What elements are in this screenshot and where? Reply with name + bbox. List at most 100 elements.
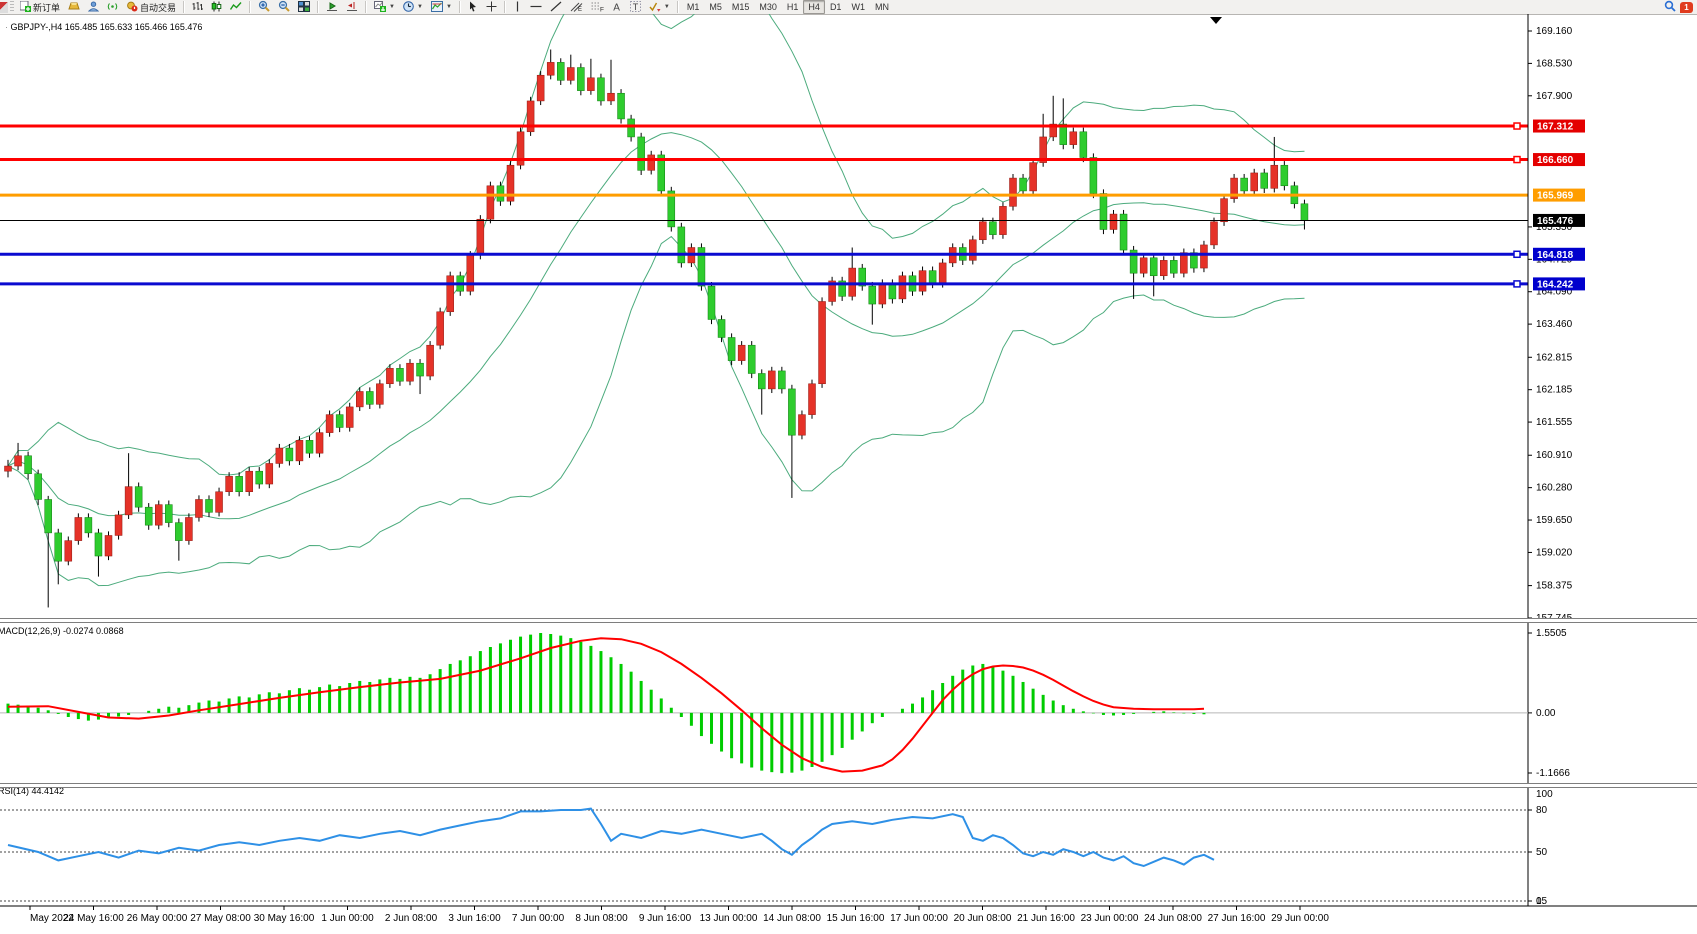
macd-signal-line (8, 638, 1204, 771)
timeframe-button-w1[interactable]: W1 (846, 0, 870, 14)
svg-text:159.020: 159.020 (1536, 547, 1573, 558)
trade-toolbar-group: 新订单 自动交易 (16, 0, 180, 14)
line-chart-icon (230, 1, 242, 14)
svg-text:169.160: 169.160 (1536, 26, 1573, 37)
templates-button[interactable]: ▼ (427, 0, 456, 15)
timeframe-group: M1M5M15M30H1H4D1W1MN (682, 0, 894, 14)
signal-icon (107, 1, 118, 14)
svg-text:161.555: 161.555 (1536, 417, 1573, 428)
profile-button[interactable] (84, 0, 103, 15)
zoom-out-icon (278, 0, 290, 14)
svg-text:-1.1666: -1.1666 (1536, 768, 1570, 779)
hline-handle[interactable] (1514, 157, 1520, 163)
line-chart-button[interactable] (226, 0, 246, 15)
timeframe-button-m5[interactable]: M5 (704, 0, 727, 14)
timeframe-button-mn[interactable]: MN (870, 0, 894, 14)
indicators-button[interactable]: ▼ (370, 0, 399, 15)
candles-icon (211, 1, 222, 14)
price-lines[interactable] (0, 123, 1528, 287)
chart-shift-marker-icon[interactable] (1210, 17, 1222, 24)
toolbar-separator (677, 1, 679, 13)
chart-type-group (188, 0, 246, 14)
arrows-button[interactable]: ▼ (645, 0, 674, 15)
zoom-in-icon (258, 0, 270, 14)
svg-text:163.460: 163.460 (1536, 319, 1573, 330)
hline-button[interactable] (526, 0, 546, 15)
macd-pane-separator[interactable] (0, 618, 1697, 623)
svg-text:166.660: 166.660 (1537, 155, 1574, 166)
svg-text:14 Jun 08:00: 14 Jun 08:00 (763, 913, 821, 924)
chart-svg: 169.160168.530167.900165.350164.720164.0… (0, 14, 1697, 934)
svg-text:29 Jun 00:00: 29 Jun 00:00 (1271, 913, 1329, 924)
autotrading-icon (126, 1, 138, 14)
svg-text:160.910: 160.910 (1536, 450, 1573, 461)
svg-text:7 Jun 00:00: 7 Jun 00:00 (512, 913, 565, 924)
crosshair-button[interactable] (482, 0, 501, 15)
timeframe-button-h1[interactable]: H1 (782, 0, 804, 14)
svg-text:164.818: 164.818 (1537, 250, 1574, 261)
timeframe-button-m15[interactable]: M15 (727, 0, 755, 14)
channel-button[interactable]: E (566, 0, 587, 15)
tile-windows-button[interactable] (294, 0, 314, 15)
candlestick-button[interactable] (207, 0, 226, 15)
chart-shift-button[interactable] (342, 0, 362, 15)
hline-handle[interactable] (1514, 123, 1520, 129)
cursor-button[interactable] (464, 0, 482, 15)
svg-text:9 Jun 16:00: 9 Jun 16:00 (639, 913, 692, 924)
draw-tools-group: EFAT ▼ (509, 0, 674, 14)
svg-text:27 Jun 16:00: 27 Jun 16:00 (1208, 913, 1266, 924)
zoom-out-button[interactable] (274, 0, 294, 15)
person-icon (88, 1, 99, 14)
auto-scroll-button[interactable] (322, 0, 342, 15)
chevron-down-icon[interactable]: ▼ (417, 4, 423, 10)
text-button[interactable]: A (608, 0, 626, 15)
periods-button[interactable]: ▼ (399, 0, 427, 15)
svg-text:24 Jun 08:00: 24 Jun 08:00 (1144, 913, 1202, 924)
cursor-icon (468, 1, 478, 14)
chart-area[interactable]: 169.160168.530167.900165.350164.720164.0… (0, 14, 1697, 934)
svg-text:160.280: 160.280 (1536, 483, 1573, 494)
zoom-in-button[interactable] (254, 0, 274, 15)
timeframe-button-m30[interactable]: M30 (754, 0, 782, 14)
search-icon[interactable] (1664, 0, 1676, 14)
symbol-icon: · (5, 22, 8, 32)
new-order-icon (20, 1, 31, 14)
trendline-button[interactable] (546, 0, 566, 15)
timeframe-button-m1[interactable]: M1 (682, 0, 705, 14)
chart-title: · GBPJPY-,H4 165.485 165.633 165.466 165… (5, 22, 202, 32)
toolbar-grip[interactable] (10, 1, 14, 13)
scroll-group (322, 0, 362, 14)
svg-text:0: 0 (1536, 896, 1542, 907)
new-order-button[interactable]: 新订单 (16, 0, 64, 15)
channel-icon: E (570, 1, 583, 14)
trendline-icon (550, 1, 562, 14)
hline-handle[interactable] (1514, 281, 1520, 287)
bollinger-lower (8, 237, 1305, 586)
signals-button[interactable] (103, 0, 122, 15)
timeframe-button-d1[interactable]: D1 (825, 0, 847, 14)
arrows-icon (649, 1, 661, 14)
notification-badge[interactable]: 1 (1680, 2, 1693, 13)
rsi-pane-separator[interactable] (0, 783, 1697, 788)
svg-text:17 Jun 00:00: 17 Jun 00:00 (890, 913, 948, 924)
autotrading-button[interactable]: 自动交易 (122, 0, 180, 15)
bar-chart-button[interactable] (188, 0, 207, 15)
svg-text:E: E (578, 7, 582, 12)
tile-windows-icon (298, 1, 310, 14)
label-button[interactable]: T (626, 0, 645, 15)
chevron-down-icon[interactable]: ▼ (389, 4, 395, 10)
svg-text:13 Jun 00:00: 13 Jun 00:00 (700, 913, 758, 924)
vline-button[interactable] (509, 0, 526, 15)
svg-text:30 May 16:00: 30 May 16:00 (254, 913, 315, 924)
auto-scroll-icon (326, 1, 338, 14)
chevron-down-icon[interactable]: ▼ (664, 4, 670, 10)
chevron-down-icon[interactable]: ▼ (446, 4, 452, 10)
svg-text:15 Jun 16:00: 15 Jun 16:00 (827, 913, 885, 924)
time-axis: May 202224 May 16:0026 May 00:0027 May 0… (0, 906, 1697, 924)
fibonacci-button[interactable]: F (587, 0, 608, 15)
toolbar-separator (365, 1, 367, 13)
timeframe-button-h4[interactable]: H4 (803, 0, 825, 14)
market-button[interactable] (64, 0, 84, 15)
svg-text:1.5505: 1.5505 (1536, 628, 1567, 639)
hline-handle[interactable] (1514, 251, 1520, 257)
